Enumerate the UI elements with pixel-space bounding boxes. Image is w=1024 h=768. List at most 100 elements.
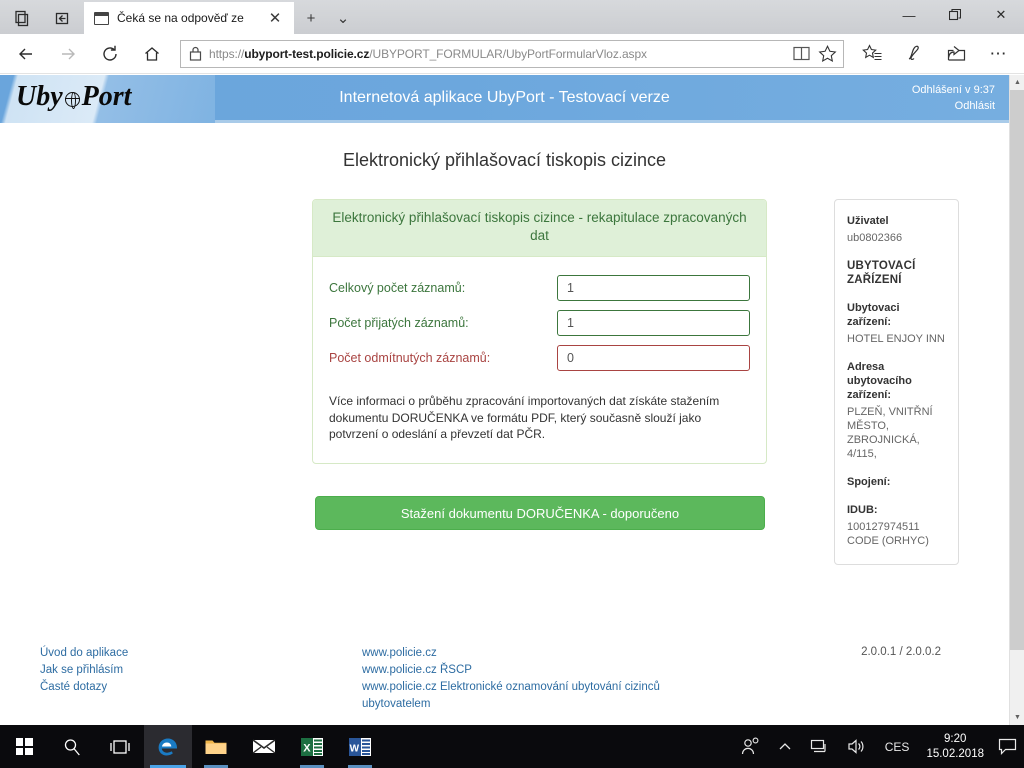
people-icon[interactable] bbox=[732, 725, 769, 768]
recap-info-text: Více informaci o průběhu zpracování impo… bbox=[329, 394, 720, 441]
taskbar-app-excel[interactable]: X bbox=[288, 725, 336, 768]
sidebar-address-value: PLZEŇ, VNITŘNÍ MĚSTO, ZBROJNICKÁ, 4/115, bbox=[847, 406, 933, 460]
tab-preview-icon[interactable] bbox=[0, 2, 42, 34]
footer-link-policie[interactable]: www.policie.cz bbox=[362, 645, 692, 662]
tab-close-icon[interactable]: ✕ bbox=[264, 11, 286, 26]
network-icon[interactable] bbox=[801, 725, 838, 768]
footer-link-login-help[interactable]: Jak se přihlásím bbox=[40, 662, 128, 679]
logout-timer: Odhlášení v 9:37 bbox=[911, 84, 995, 96]
web-page: Uby Port Internetová aplikace UbyPort - … bbox=[0, 75, 1024, 725]
action-center-button[interactable] bbox=[992, 725, 1022, 768]
sidebar-user-value: ub0802366 bbox=[847, 232, 903, 244]
sidebar-facility-label: Ubytovaci zařízení: bbox=[847, 302, 900, 328]
more-options-icon[interactable]: ⋯ bbox=[978, 37, 1018, 71]
favorite-star-icon[interactable] bbox=[818, 44, 837, 63]
word-icon: W bbox=[349, 737, 371, 756]
footer-link-rscp[interactable]: www.policie.cz ŘSCP bbox=[362, 662, 692, 679]
label-accepted-records: Počet přijatých záznamů: bbox=[329, 316, 469, 330]
taskbar-clock[interactable]: 9:20 15.02.2018 bbox=[918, 725, 992, 768]
task-view-button[interactable] bbox=[96, 725, 144, 768]
footer-left-links: Úvod do aplikace Jak se přihlásím Časté … bbox=[40, 645, 128, 696]
new-tab-button[interactable]: + bbox=[300, 11, 322, 26]
app-header: Uby Port Internetová aplikace UbyPort - … bbox=[0, 75, 1009, 123]
taskbar-app-mail[interactable] bbox=[240, 725, 288, 768]
logout-link[interactable]: Odhlásit bbox=[912, 98, 995, 114]
sidebar-idub-value: 100127974511 CODE (ORHYC) bbox=[847, 521, 929, 547]
refresh-icon[interactable] bbox=[90, 37, 130, 71]
favorites-hub-icon[interactable] bbox=[852, 37, 892, 71]
minimize-button[interactable]: — bbox=[886, 0, 932, 30]
input-accepted-records[interactable] bbox=[557, 310, 750, 336]
taskbar-app-explorer[interactable] bbox=[192, 725, 240, 768]
share-icon[interactable] bbox=[936, 37, 976, 71]
sidebar-section-title-line2: ZAŘÍZENÍ bbox=[847, 274, 902, 286]
browser-navbar: https://ubyport-test.policie.cz/UBYPORT_… bbox=[0, 34, 1024, 74]
taskbar-tray: CES 9:20 15.02.2018 bbox=[732, 725, 1024, 768]
show-hidden-icons-chevron[interactable] bbox=[769, 725, 801, 768]
clock-time: 9:20 bbox=[944, 732, 967, 745]
form-row-accepted: Počet přijatých záznamů: bbox=[329, 310, 750, 336]
footer-link-intro[interactable]: Úvod do aplikace bbox=[40, 645, 128, 662]
browser-tab[interactable]: Čeká se na odpověď ze ✕ bbox=[84, 2, 294, 34]
maximize-button[interactable] bbox=[932, 0, 978, 30]
footer-link-notification[interactable]: www.policie.cz Elektronické oznamování u… bbox=[362, 679, 692, 713]
windows-logo-icon bbox=[15, 738, 33, 755]
recap-panel-body: Celkový počet záznamů: Počet přijatých z… bbox=[313, 257, 766, 463]
scroll-down-arrow[interactable]: ▼ bbox=[1010, 710, 1024, 725]
sidebar-idub-label: IDUB: bbox=[847, 504, 878, 516]
label-rejected-records: Počet odmítnutých záznamů: bbox=[329, 351, 491, 365]
taskbar-app-edge[interactable] bbox=[144, 725, 192, 768]
language-indicator[interactable]: CES bbox=[876, 725, 919, 768]
mail-icon bbox=[252, 739, 276, 754]
back-icon[interactable] bbox=[6, 37, 46, 71]
chevron-down-icon[interactable]: ⌄ bbox=[332, 11, 354, 26]
svg-text:X: X bbox=[303, 742, 311, 754]
window-controls: — ✕ bbox=[886, 0, 1024, 30]
folder-icon bbox=[205, 740, 227, 754]
form-row-rejected: Počet odmítnutých záznamů: bbox=[329, 345, 750, 371]
recap-panel-heading: Elektronický přihlašovací tiskopis cizin… bbox=[313, 200, 766, 257]
start-button[interactable] bbox=[0, 725, 48, 768]
page-footer: Úvod do aplikace Jak se přihlásím Časté … bbox=[0, 645, 1009, 715]
scroll-thumb[interactable] bbox=[1010, 90, 1024, 650]
user-info-sidebar: Uživatel ub0802366 UBYTOVACÍ ZAŘÍZENÍ Ub… bbox=[834, 199, 959, 565]
forward-icon[interactable] bbox=[48, 37, 88, 71]
taskbar-search-button[interactable] bbox=[48, 725, 96, 768]
volume-icon[interactable] bbox=[838, 725, 876, 768]
form-row-total: Celkový počet záznamů: bbox=[329, 275, 750, 301]
search-icon bbox=[64, 738, 80, 755]
svg-text:W: W bbox=[350, 743, 360, 754]
content-row: Elektronický přihlašovací tiskopis cizin… bbox=[0, 199, 1009, 619]
web-note-icon[interactable] bbox=[894, 37, 934, 71]
label-total-records: Celkový počet záznamů: bbox=[329, 281, 466, 295]
input-total-records[interactable] bbox=[557, 275, 750, 301]
address-bar[interactable]: https://ubyport-test.policie.cz/UBYPORT_… bbox=[180, 39, 844, 68]
sidebar-facility-value: HOTEL ENJOY INN bbox=[847, 333, 945, 345]
taskbar-app-word[interactable]: W bbox=[336, 725, 384, 768]
input-rejected-records[interactable] bbox=[557, 345, 750, 371]
app-title: Internetová aplikace UbyPort - Testovací… bbox=[339, 89, 670, 106]
close-button[interactable]: ✕ bbox=[978, 0, 1024, 30]
download-dorucenka-button[interactable]: Stažení dokumentu DORUČENKA - doporučeno bbox=[315, 496, 765, 530]
page-title: Elektronický přihlašovací tiskopis cizin… bbox=[342, 150, 667, 170]
reading-view-icon[interactable] bbox=[793, 46, 810, 61]
browser-window: Čeká se na odpověď ze ✕ + ⌄ — ✕ https://… bbox=[0, 0, 1024, 725]
address-bar-actions bbox=[793, 44, 837, 63]
footer-link-faq[interactable]: Časté dotazy bbox=[40, 679, 128, 696]
header-session-info: Odhlášení v 9:37 Odhlásit bbox=[912, 82, 995, 114]
scroll-up-arrow[interactable]: ▲ bbox=[1010, 75, 1024, 90]
footer-columns: Úvod do aplikace Jak se přihlásím Časté … bbox=[0, 645, 1009, 715]
set-tabs-aside-icon[interactable] bbox=[42, 2, 84, 34]
sidebar-section-title-line1: UBYTOVACÍ bbox=[847, 260, 916, 272]
home-icon[interactable] bbox=[132, 37, 172, 71]
tab-favicon bbox=[94, 11, 109, 25]
sidebar-user-label: Uživatel bbox=[847, 215, 889, 227]
tab-title: Čeká se na odpověď ze bbox=[117, 11, 244, 25]
page-scrollbar[interactable]: ▲ ▼ bbox=[1009, 75, 1024, 725]
browser-toolbar-right: ⋯ bbox=[852, 37, 1018, 71]
url-domain: ubyport-test.policie.cz bbox=[244, 46, 370, 61]
